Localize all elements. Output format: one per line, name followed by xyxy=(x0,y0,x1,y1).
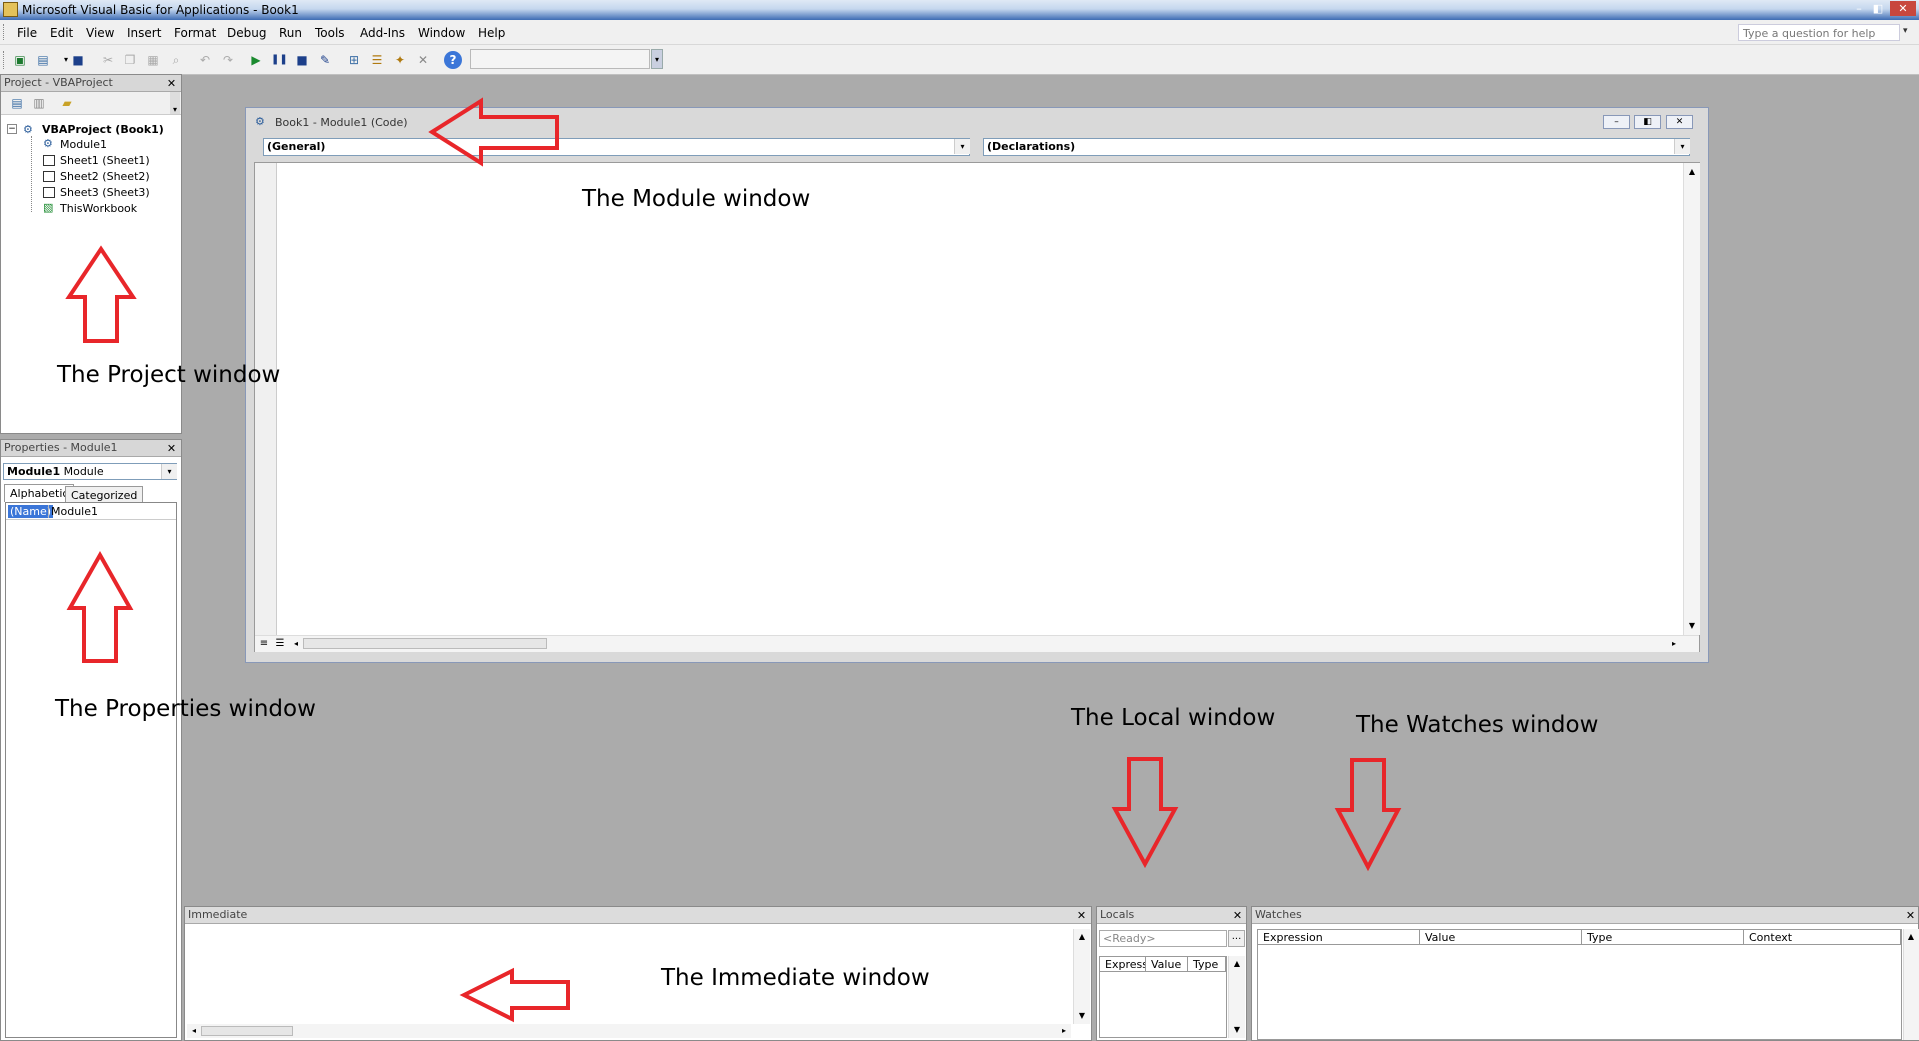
arrow-up-properties xyxy=(66,550,134,663)
annotation-arrows xyxy=(65,97,1402,1023)
arrow-left-immediate xyxy=(459,967,570,1023)
arrow-down-locals xyxy=(1111,757,1179,869)
arrow-left-module xyxy=(428,97,559,167)
arrow-up-project xyxy=(65,245,137,343)
arrow-down-watches xyxy=(1334,758,1402,872)
